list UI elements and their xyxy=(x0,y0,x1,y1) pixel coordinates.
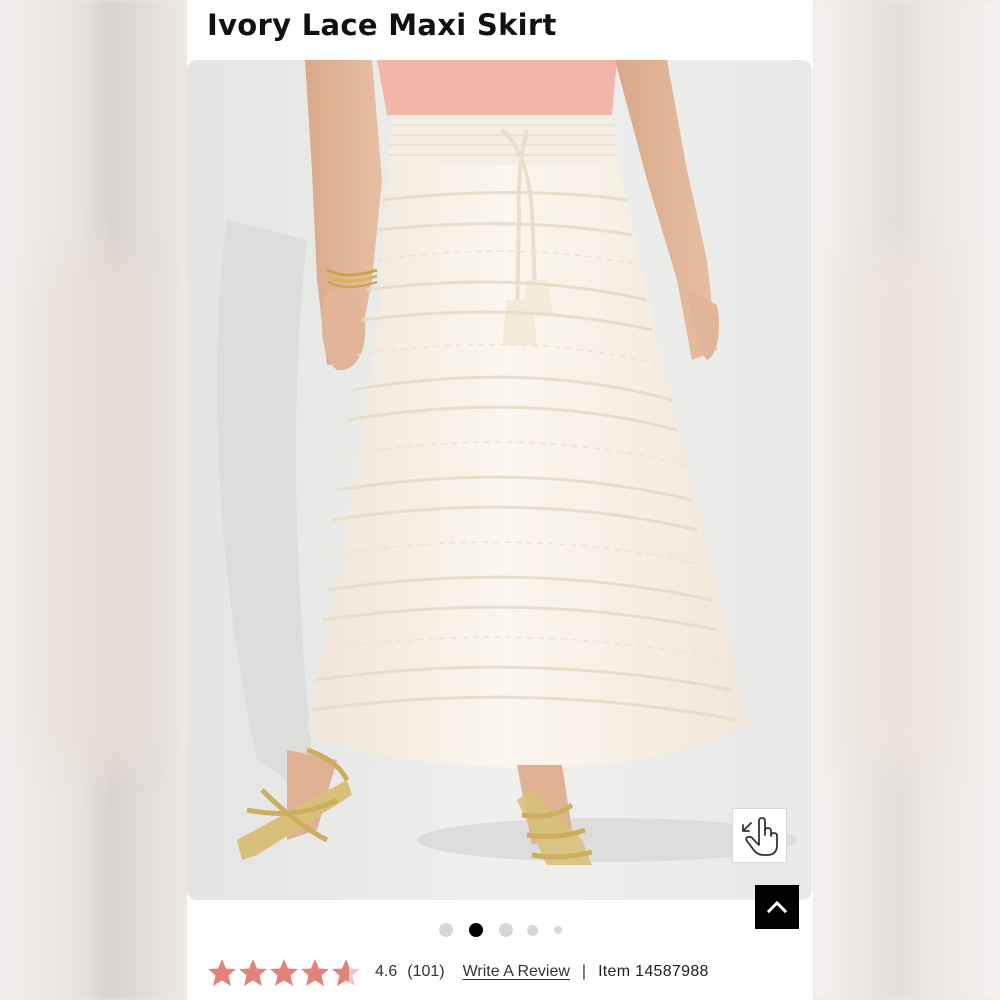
product-image[interactable] xyxy=(187,60,812,900)
pagination-dot[interactable] xyxy=(526,924,538,936)
tap-to-zoom-icon[interactable] xyxy=(732,808,787,863)
skirt-photo xyxy=(187,60,812,900)
write-review-link[interactable]: Write A Review xyxy=(463,963,570,981)
star-icon xyxy=(332,958,360,986)
rating-row: 4.6 (101) Write A Review | Item 14587988 xyxy=(207,955,709,989)
backdrop-right xyxy=(813,0,1000,1000)
star-rating[interactable] xyxy=(207,958,361,987)
chevron-up-icon xyxy=(766,900,788,914)
divider: | xyxy=(581,963,587,980)
hand-pointer-icon xyxy=(741,816,778,856)
product-panel: Ivory Lace Maxi Skirt 4.6 (101) Write A … xyxy=(187,0,813,1000)
star-icon xyxy=(270,958,298,986)
pagination-dot[interactable] xyxy=(498,923,513,937)
rating-value: 4.6 xyxy=(375,963,398,980)
pagination-dot[interactable] xyxy=(438,923,453,937)
item-number: Item 14587988 xyxy=(598,963,709,980)
backdrop-left xyxy=(0,0,187,1000)
star-icon xyxy=(301,958,329,986)
product-title: Ivory Lace Maxi Skirt xyxy=(207,8,557,42)
pagination-dot[interactable] xyxy=(553,926,562,934)
pagination-dot-active[interactable] xyxy=(468,923,483,937)
star-icon xyxy=(208,958,236,986)
image-pagination xyxy=(187,922,813,938)
star-icon xyxy=(239,958,267,986)
review-count: (101) xyxy=(407,963,445,980)
